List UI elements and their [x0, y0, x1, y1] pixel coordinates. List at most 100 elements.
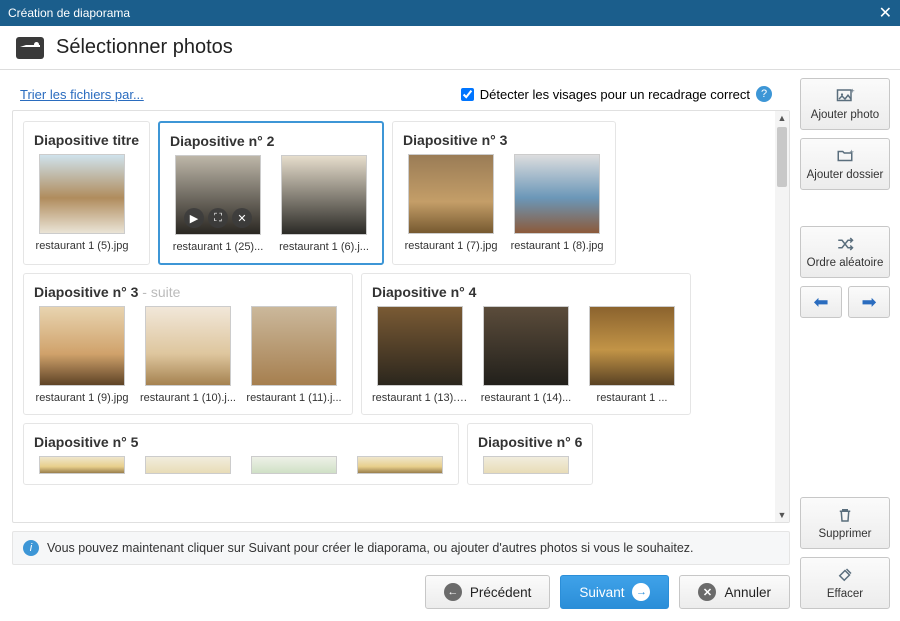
- photo-thumb[interactable]: restaurant 1 (14)...: [478, 306, 574, 404]
- photo-gallery: Diapositive titrerestaurant 1 (5).jpgDia…: [13, 111, 775, 522]
- photo-thumb[interactable]: restaurant 1 (6).j...: [276, 155, 372, 253]
- thumb-image[interactable]: [377, 306, 463, 386]
- scroll-thumb[interactable]: [777, 127, 787, 187]
- shuffle-button[interactable]: Ordre aléatoire: [800, 226, 890, 278]
- next-label: Suivant: [579, 585, 624, 600]
- slide-group[interactable]: Diapositive n° 6: [467, 423, 593, 485]
- crop-icon[interactable]: ⛶: [208, 208, 228, 228]
- thumb-image[interactable]: [39, 456, 125, 474]
- slide-title: Diapositive titre: [34, 132, 139, 148]
- remove-icon[interactable]: ✕: [232, 208, 252, 228]
- photo-thumb[interactable]: restaurant 1 ...: [584, 306, 680, 404]
- photo-thumb[interactable]: ▶⛶✕restaurant 1 (25)...: [170, 155, 266, 253]
- folder-plus-icon: +: [834, 147, 856, 165]
- thumb-image[interactable]: [251, 306, 337, 386]
- photo-thumb[interactable]: restaurant 1 (7).jpg: [403, 154, 499, 252]
- close-icon[interactable]: ✕: [879, 3, 892, 23]
- clear-label: Effacer: [827, 588, 863, 600]
- photo-icon: [16, 37, 44, 59]
- info-icon: i: [23, 540, 39, 556]
- arrow-left-icon: ⬅: [810, 293, 832, 311]
- slide-group[interactable]: Diapositive n° 3 restaurant 1 (7).jpg rest…: [392, 121, 616, 265]
- next-button[interactable]: Suivant →: [560, 575, 669, 609]
- slide-group[interactable]: Diapositive n° 4restaurant 1 (13).jpgres…: [361, 273, 691, 415]
- photo-thumb[interactable]: [246, 456, 342, 474]
- photo-thumb[interactable]: restaurant 1 (13).jpg: [372, 306, 468, 404]
- hint-text: Vous pouvez maintenant cliquer sur Suiva…: [47, 541, 694, 555]
- scroll-down-icon[interactable]: ▼: [775, 508, 789, 522]
- photo-thumb[interactable]: [34, 456, 130, 474]
- add-photo-button[interactable]: + Ajouter photo: [800, 78, 890, 130]
- thumb-label: restaurant 1 (11).j...: [246, 392, 342, 404]
- add-folder-label: Ajouter dossier: [807, 169, 884, 181]
- clear-button[interactable]: Effacer: [800, 557, 890, 609]
- page-title: Sélectionner photos: [56, 36, 233, 59]
- add-photo-label: Ajouter photo: [811, 109, 879, 121]
- move-right-button[interactable]: ➡: [848, 286, 890, 318]
- slide-group[interactable]: Diapositive n° 3 - suite restaurant 1 (9)…: [23, 273, 353, 415]
- detect-faces-checkbox[interactable]: Détecter les visages pour un recadrage c…: [461, 86, 772, 102]
- image-plus-icon: +: [834, 87, 856, 105]
- detect-faces-input[interactable]: [461, 88, 474, 101]
- photo-thumb[interactable]: restaurant 1 (8).jpg: [509, 154, 605, 252]
- thumb-image[interactable]: [589, 306, 675, 386]
- slide-title: Diapositive n° 5: [34, 434, 448, 450]
- arrow-left-icon: ←: [444, 583, 462, 601]
- thumb-image[interactable]: [357, 456, 443, 474]
- slide-title: Diapositive n° 3: [403, 132, 605, 148]
- slide-group[interactable]: Diapositive n° 2 ▶⛶✕restaurant 1 (25)...r…: [158, 121, 384, 265]
- header: Sélectionner photos: [0, 26, 900, 70]
- scroll-up-icon[interactable]: ▲: [775, 111, 789, 125]
- cancel-label: Annuler: [724, 585, 771, 600]
- thumb-image[interactable]: [483, 306, 569, 386]
- cancel-button[interactable]: ✕ Annuler: [679, 575, 790, 609]
- previous-button[interactable]: ← Précédent: [425, 575, 551, 609]
- thumb-label: restaurant 1 (8).jpg: [509, 240, 605, 252]
- hint-bar: i Vous pouvez maintenant cliquer sur Sui…: [12, 531, 790, 565]
- help-icon[interactable]: ?: [756, 86, 772, 102]
- photo-thumb[interactable]: [352, 456, 448, 474]
- svg-text:+: +: [850, 147, 855, 156]
- shuffle-icon: [834, 235, 856, 253]
- thumb-image[interactable]: [145, 456, 231, 474]
- thumb-label: restaurant 1 (5).jpg: [34, 240, 130, 252]
- arrow-right-icon: ➡: [858, 293, 880, 311]
- slide-title: Diapositive n° 2: [170, 133, 372, 149]
- shuffle-label: Ordre aléatoire: [807, 257, 884, 269]
- thumb-image[interactable]: [251, 456, 337, 474]
- slide-group[interactable]: Diapositive titre restaurant 1 (5).jpg: [23, 121, 150, 265]
- window-title: Création de diaporama: [8, 6, 130, 20]
- move-left-button[interactable]: ⬅: [800, 286, 842, 318]
- thumb-image[interactable]: [145, 306, 231, 386]
- thumb-label: restaurant 1 (9).jpg: [34, 392, 130, 404]
- thumb-label: restaurant 1 (7).jpg: [403, 240, 499, 252]
- thumb-image[interactable]: [39, 154, 125, 234]
- titlebar: Création de diaporama ✕: [0, 0, 900, 26]
- scrollbar[interactable]: ▲ ▼: [775, 111, 789, 522]
- photo-thumb[interactable]: [140, 456, 236, 474]
- thumb-image[interactable]: ▶⛶✕: [175, 155, 261, 235]
- photo-thumb[interactable]: restaurant 1 (10).j...: [140, 306, 236, 404]
- thumb-label: restaurant 1 ...: [584, 392, 680, 404]
- thumb-image[interactable]: [514, 154, 600, 234]
- thumb-image[interactable]: [408, 154, 494, 234]
- thumb-label: restaurant 1 (14)...: [478, 392, 574, 404]
- delete-button[interactable]: Supprimer: [800, 497, 890, 549]
- arrow-right-icon: →: [632, 583, 650, 601]
- photo-thumb[interactable]: restaurant 1 (9).jpg: [34, 306, 130, 404]
- slide-title: Diapositive n° 3 - suite: [34, 284, 342, 300]
- thumb-image[interactable]: [483, 456, 569, 474]
- slide-group[interactable]: Diapositive n° 5: [23, 423, 459, 485]
- thumb-image[interactable]: [39, 306, 125, 386]
- thumb-image[interactable]: [281, 155, 367, 235]
- play-icon[interactable]: ▶: [184, 208, 204, 228]
- broom-icon: [834, 566, 856, 584]
- photo-thumb[interactable]: [478, 456, 574, 474]
- photo-thumb[interactable]: restaurant 1 (11).j...: [246, 306, 342, 404]
- sort-files-link[interactable]: Trier les fichiers par...: [20, 87, 144, 102]
- trash-icon: [834, 506, 856, 524]
- previous-label: Précédent: [470, 585, 532, 600]
- photo-thumb[interactable]: restaurant 1 (5).jpg: [34, 154, 130, 252]
- add-folder-button[interactable]: + Ajouter dossier: [800, 138, 890, 190]
- thumb-label: restaurant 1 (13).jpg: [372, 392, 468, 404]
